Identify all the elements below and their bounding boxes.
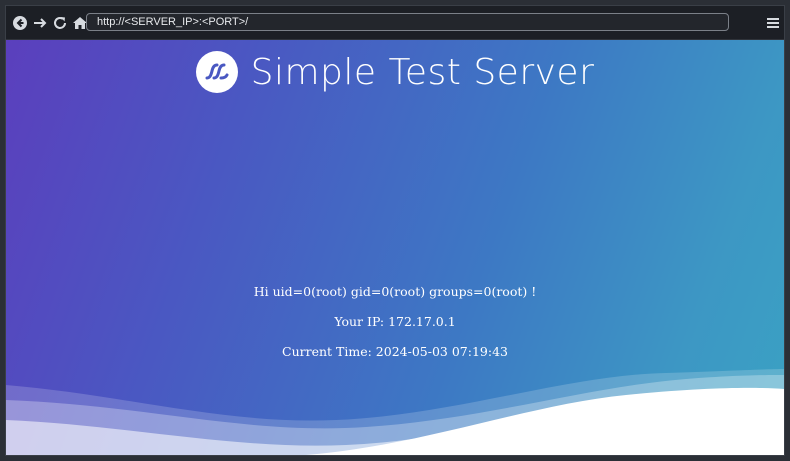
address-bar[interactable]: http://<SERVER_IP>:<PORT>/ [86,13,729,31]
page-viewport: Simple Test Server Hi uid=0(root) gid=0(… [6,40,784,455]
wave-logo-icon [195,51,238,93]
forward-icon[interactable] [31,14,49,32]
page-title: Simple Test Server [250,51,595,93]
greeting-text: Hi uid=0(root) gid=0(root) groups=0(root… [253,284,537,299]
decorative-waves [6,369,784,455]
site-header: Simple Test Server [6,51,784,93]
browser-window: http://<SERVER_IP>:<PORT>/ Simple Test S… [5,5,785,456]
menu-icon[interactable] [766,15,780,29]
back-icon[interactable] [11,14,29,32]
reload-icon[interactable] [51,14,69,32]
time-text: Current Time: 2024-05-03 07:19:43 [282,344,508,359]
ip-text: Your IP: 172.17.0.1 [334,314,456,329]
browser-toolbar: http://<SERVER_IP>:<PORT>/ [6,6,784,40]
logo: Simple Test Server [195,51,595,93]
